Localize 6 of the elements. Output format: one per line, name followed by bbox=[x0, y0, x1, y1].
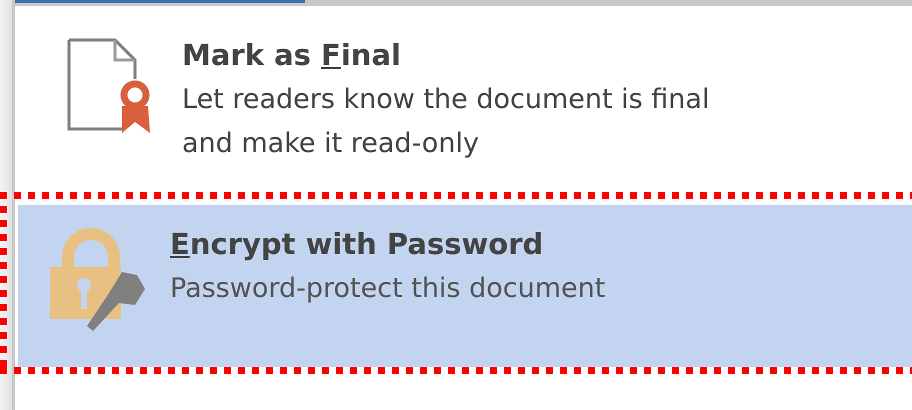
item-title: Encrypt with Password bbox=[170, 227, 544, 261]
item-description: Let readers know the document is final and make it read-only bbox=[182, 83, 710, 161]
item-title: Mark as Final bbox=[182, 38, 402, 72]
item-description: Password-protect this document bbox=[170, 272, 606, 306]
menu-item[interactable]: Mark as Final Let readers know the document is final and make it read-only bbox=[15, 16, 912, 180]
menu-item[interactable]: Encrypt with Password Password-protect this document bbox=[18, 205, 912, 367]
